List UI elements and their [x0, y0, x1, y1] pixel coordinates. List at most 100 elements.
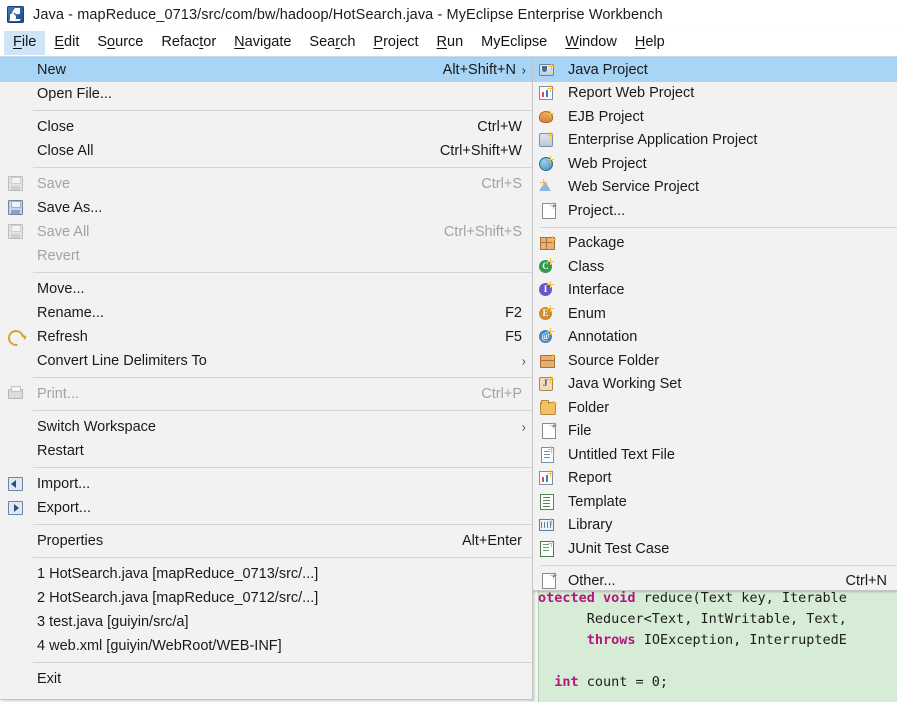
new_submenu-item-ejb-project[interactable]: EJB Project [533, 105, 897, 129]
save-all-icon-disabled [6, 223, 28, 241]
new_submenu-item-file[interactable]: File [533, 420, 897, 444]
new_submenu-item-enum[interactable]: E Enum [533, 302, 897, 326]
new_submenu-item-junit-test-case[interactable]: JUnit Test Case [533, 537, 897, 561]
junit-test-case-icon [538, 539, 560, 558]
menu-icon-placeholder [6, 142, 28, 160]
new_submenu-item-java-project[interactable]: Java Project [533, 58, 897, 82]
new_submenu-item-untitled-text-file[interactable]: Untitled Text File [533, 443, 897, 467]
new_submenu-item-source-folder[interactable]: Source Folder [533, 349, 897, 373]
menu-item-label: Move... [37, 281, 85, 297]
menu-item-shortcut: Ctrl+Shift+S [443, 224, 522, 240]
new_submenu-item-report[interactable]: Report [533, 467, 897, 491]
menu-item-label: Interface [568, 282, 625, 299]
menu-icon-placeholder [6, 118, 28, 136]
menubar-item-search[interactable]: Search [300, 31, 364, 55]
new_submenu-item-folder[interactable]: Folder [533, 396, 897, 420]
file_menu-item-restart[interactable]: Restart [0, 439, 532, 463]
menu-item-label: Folder [568, 399, 610, 416]
report-icon [538, 469, 560, 487]
menu-item-label: Report [568, 470, 612, 487]
new_submenu-item-annotation[interactable]: @ Annotation [533, 326, 897, 350]
new_submenu-item-java-working-set[interactable]: Java Working Set [533, 373, 897, 397]
menubar-item-edit[interactable]: Edit [45, 31, 88, 55]
menubar-item-help[interactable]: Help [626, 31, 674, 55]
new_submenu-item-project[interactable]: Project... [533, 199, 897, 223]
menu-item-label: Web Service Project [568, 179, 700, 196]
new_submenu-item-package[interactable]: Package [533, 232, 897, 256]
file_menu-item-properties[interactable]: Properties Alt+Enter [0, 529, 532, 553]
menu-item-label: Convert Line Delimiters To [37, 353, 207, 369]
project-icon [538, 201, 560, 220]
menubar-item-file[interactable]: File [4, 31, 46, 55]
file_menu-item-3-test-java-guiyin-src-a[interactable]: 3 test.java [guiyin/src/a] [0, 610, 532, 634]
menu-item-label: New [37, 62, 67, 78]
file_menu-item-switch-workspace[interactable]: Switch Workspace › [0, 415, 532, 439]
new_submenu-item-report-web-project[interactable]: Report Web Project [533, 82, 897, 106]
file_menu-item-new[interactable]: New Alt+Shift+N › [0, 58, 532, 82]
file_menu-item-convert-line-delimiters-to[interactable]: Convert Line Delimiters To › [0, 349, 532, 373]
file_menu-item-exit[interactable]: Exit [0, 667, 532, 691]
menu-item-shortcut: F5 [505, 329, 522, 345]
menu-item-shortcut: Ctrl+S [481, 176, 522, 192]
interface-icon: I [538, 281, 560, 299]
menubar-item-refactor[interactable]: Refactor [152, 31, 225, 55]
file_menu-item-move[interactable]: Move... [0, 277, 532, 301]
menu-item-label: Close [37, 119, 75, 135]
menu-item-label: Class [568, 258, 605, 275]
menu-item-label: Package [568, 235, 625, 252]
file_menu-item-4-web-xml-guiyin-webroot-web-inf[interactable]: 4 web.xml [guiyin/WebRoot/WEB-INF] [0, 634, 532, 658]
file_menu-item-1-hotsearch-java-mapreduce-0713-sr[interactable]: 1 HotSearch.java [mapReduce_0713/src/...… [0, 562, 532, 586]
new_submenu-item-web-service-project[interactable]: Web Service Project [533, 176, 897, 200]
menubar-item-navigate[interactable]: Navigate [225, 31, 300, 55]
code-editor-pane[interactable]: otected void reduce(Text key, Iterable R… [528, 588, 897, 702]
file_menu-item-refresh[interactable]: Refresh F5 [0, 325, 532, 350]
new_submenu-item-enterprise-application-project[interactable]: Enterprise Application Project [533, 129, 897, 153]
menu-separator [33, 272, 532, 273]
menu-item-label: 1 HotSearch.java [mapReduce_0713/src/...… [37, 566, 319, 582]
new_submenu-item-class[interactable]: C Class [533, 255, 897, 279]
file_menu-item-print: Print... Ctrl+P [0, 382, 532, 406]
new_submenu-item-other[interactable]: Other... Ctrl+N [533, 570, 897, 594]
import-icon [6, 475, 28, 493]
menu-item-label: Exit [37, 671, 62, 687]
submenu-arrow-icon: › [521, 62, 526, 78]
new_submenu-item-library[interactable]: Library [533, 514, 897, 538]
menubar-item-source[interactable]: Source [88, 31, 152, 55]
menu-icon-placeholder [6, 304, 28, 322]
menu-separator [33, 410, 532, 411]
menu-item-label: Annotation [568, 329, 638, 346]
file-menu-panel: New Alt+Shift+N › Open File... Close Ctrl+W Cl… [0, 57, 533, 700]
menubar-item-project[interactable]: Project [364, 31, 427, 55]
menu-item-label: Save All [37, 224, 90, 240]
file_menu-item-import[interactable]: Import... [0, 472, 532, 496]
file_menu-item-save-as[interactable]: Save As... [0, 196, 532, 220]
file_menu-item-close-all[interactable]: Close All Ctrl+Shift+W [0, 139, 532, 163]
save-icon-disabled [6, 175, 28, 193]
new_submenu-item-interface[interactable]: I Interface [533, 279, 897, 303]
export-icon [6, 499, 28, 517]
refresh-icon [4, 326, 28, 350]
file_menu-item-export[interactable]: Export... [0, 496, 532, 520]
file_menu-item-save-all: Save All Ctrl+Shift+S [0, 220, 532, 244]
menubar-item-run[interactable]: Run [428, 31, 473, 55]
file_menu-item-close[interactable]: Close Ctrl+W [0, 115, 532, 139]
menu-item-label: Rename... [37, 305, 104, 321]
new-submenu-panel: Java Project Report Web Project EJB Projec… [532, 57, 897, 591]
menu-item-shortcut: Alt+Shift+N [442, 62, 516, 78]
menu-item-label: Open File... [37, 86, 112, 102]
web-project-icon [538, 155, 560, 173]
menu-icon-placeholder [6, 247, 28, 265]
menu-item-shortcut: Ctrl+P [481, 386, 522, 402]
package-icon [538, 234, 560, 252]
ejb-project-icon [538, 108, 560, 126]
file_menu-item-2-hotsearch-java-mapreduce-0712-sr[interactable]: 2 HotSearch.java [mapReduce_0712/src/...… [0, 586, 532, 610]
file_menu-item-rename[interactable]: Rename... F2 [0, 301, 532, 325]
menubar-item-window[interactable]: Window [556, 31, 626, 55]
file_menu-item-open-file[interactable]: Open File... [0, 82, 532, 106]
menu-icon-placeholder [6, 85, 28, 103]
menubar-item-myeclipse[interactable]: MyEclipse [472, 31, 556, 55]
new_submenu-item-web-project[interactable]: Web Project [533, 152, 897, 176]
source-folder-icon [538, 352, 560, 370]
new_submenu-item-template[interactable]: Template [533, 490, 897, 514]
